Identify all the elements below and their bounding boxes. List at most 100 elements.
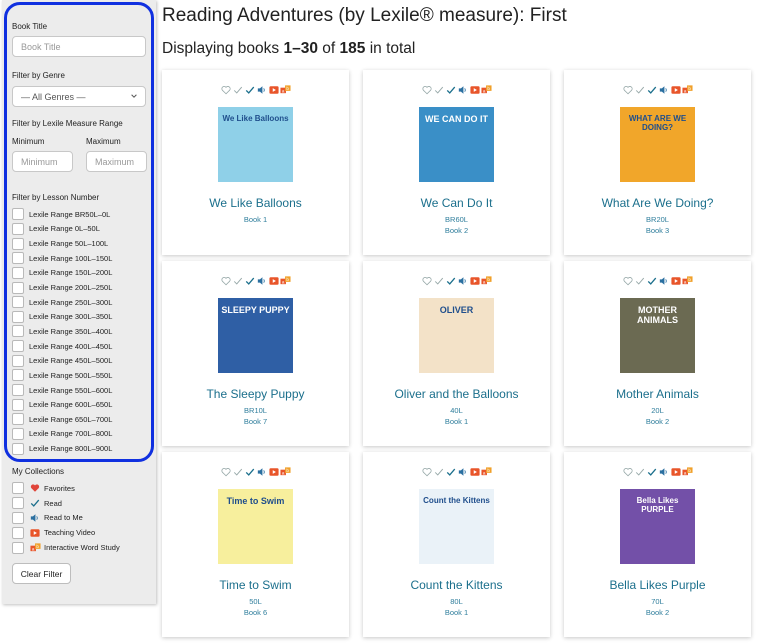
checkmark-icon[interactable] [445,466,456,477]
heart-outline-icon[interactable] [421,275,432,286]
minimum-input[interactable]: Minimum [12,151,73,172]
video-play-icon[interactable] [469,275,480,286]
book-cover[interactable]: Time to Swim [218,489,293,564]
book-cover[interactable]: MOTHER ANIMALS [620,298,695,373]
speaker-icon[interactable] [256,466,267,477]
speaker-icon[interactable] [457,466,468,477]
speaker-icon[interactable] [256,275,267,286]
lexile-range-row[interactable]: Lexile Range 450L–500L [12,353,146,368]
book-title-link[interactable]: What Are We Doing? [564,196,751,210]
word-study-icon[interactable]: ab [682,275,693,286]
heart-outline-icon[interactable] [421,466,432,477]
book-card[interactable]: a b We Like Balloons We Like Balloons Book 1 [162,70,349,255]
checkbox[interactable] [12,325,24,338]
book-title-link[interactable]: Count the Kittens [363,578,550,592]
heart-outline-icon[interactable] [220,466,231,477]
checkbox[interactable] [12,208,24,221]
video-play-icon[interactable] [670,84,681,95]
video-play-icon[interactable] [268,84,279,95]
checkmark-light-icon[interactable] [433,275,444,286]
word-study-icon[interactable]: ab [280,84,291,95]
checkbox[interactable] [12,526,24,539]
book-cover[interactable]: OLIVER [419,298,494,373]
checkbox[interactable] [12,252,24,265]
book-cover[interactable]: Count the Kittens [419,489,494,564]
collection-row[interactable]: Teaching Video [12,525,152,540]
heart-outline-icon[interactable] [421,84,432,95]
checkbox[interactable] [12,237,24,250]
lexile-range-row[interactable]: Lexile Range 550L–600L [12,383,146,398]
video-play-icon[interactable] [469,466,480,477]
checkmark-light-icon[interactable] [433,466,444,477]
lexile-range-row[interactable]: Lexile Range 150L–200L [12,266,146,281]
book-title-link[interactable]: We Like Balloons [162,196,349,210]
book-cover[interactable]: We Like Balloons [218,107,293,182]
word-study-icon[interactable]: ab [481,84,492,95]
word-study-icon[interactable]: ab [481,466,492,477]
lexile-range-row[interactable]: Lexile Range 100L–150L [12,251,146,266]
lexile-range-row[interactable]: Lexile Range BR50L–0L [12,207,146,222]
checkmark-icon[interactable] [646,466,657,477]
checkmark-icon[interactable] [244,84,255,95]
checkmark-icon[interactable] [646,275,657,286]
book-card[interactable]: a b WE CAN DO IT We Can Do It BR60L Book 2 [363,70,550,255]
video-play-icon[interactable] [670,466,681,477]
lexile-range-row[interactable]: Lexile Range 700L–800L [12,427,146,442]
book-title-link[interactable]: The Sleepy Puppy [162,387,349,401]
checkbox[interactable] [12,369,24,382]
book-title-link[interactable]: Time to Swim [162,578,349,592]
book-card[interactable]: a b WHAT ARE WE DOING? What Are We Doing? BR… [564,70,751,255]
video-play-icon[interactable] [268,275,279,286]
book-cover[interactable]: WHAT ARE WE DOING? [620,107,695,182]
genre-select[interactable]: — All Genres — [12,86,146,107]
lexile-range-row[interactable]: Lexile Range 50L–100L [12,236,146,251]
video-play-icon[interactable] [469,84,480,95]
word-study-icon[interactable]: ab [280,275,291,286]
heart-outline-icon[interactable] [622,275,633,286]
collection-row[interactable]: a b Interactive Word Study [12,540,152,555]
checkbox[interactable] [12,482,24,495]
book-card[interactable]: a b Count the Kittens Count the Kittens 80L B… [363,452,550,637]
word-study-icon[interactable]: ab [682,466,693,477]
lexile-range-row[interactable]: Lexile Range 600L–650L [12,397,146,412]
heart-outline-icon[interactable] [220,84,231,95]
speaker-icon[interactable] [457,275,468,286]
lexile-range-row[interactable]: Lexile Range 800L–900L [12,441,146,456]
checkmark-icon[interactable] [445,275,456,286]
heart-outline-icon[interactable] [220,275,231,286]
lexile-range-row[interactable]: Lexile Range 0L–50L [12,222,146,237]
checkbox[interactable] [12,266,24,279]
word-study-icon[interactable]: ab [481,275,492,286]
book-cover[interactable]: WE CAN DO IT [419,107,494,182]
lexile-range-row[interactable]: Lexile Range 400L–450L [12,339,146,354]
book-title-link[interactable]: We Can Do It [363,196,550,210]
collection-row[interactable]: Read to Me [12,511,152,526]
checkmark-icon[interactable] [445,84,456,95]
book-card[interactable]: a b Bella Likes PURPLE Bella Likes Purple 70… [564,452,751,637]
checkmark-light-icon[interactable] [433,84,444,95]
video-play-icon[interactable] [268,466,279,477]
word-study-icon[interactable]: ab [682,84,693,95]
checkmark-light-icon[interactable] [634,275,645,286]
checkbox[interactable] [12,413,24,426]
checkmark-icon[interactable] [646,84,657,95]
collection-row[interactable]: Favorites [12,481,152,496]
checkmark-light-icon[interactable] [232,275,243,286]
lexile-range-row[interactable]: Lexile Range 500L–550L [12,368,146,383]
book-card[interactable]: a b Time to Swim Time to Swim 50L Book 6 [162,452,349,637]
book-title-link[interactable]: Mother Animals [564,387,751,401]
speaker-icon[interactable] [658,275,669,286]
checkmark-light-icon[interactable] [634,84,645,95]
checkmark-light-icon[interactable] [232,466,243,477]
checkbox[interactable] [12,442,24,455]
checkbox[interactable] [12,427,24,440]
book-cover[interactable]: SLEEPY PUPPY [218,298,293,373]
lexile-range-row[interactable]: Lexile Range 350L–400L [12,324,146,339]
checkbox[interactable] [12,296,24,309]
checkbox[interactable] [12,398,24,411]
lexile-range-row[interactable]: Lexile Range 300L–350L [12,309,146,324]
book-title-link[interactable]: Oliver and the Balloons [363,387,550,401]
video-play-icon[interactable] [670,275,681,286]
lexile-range-row[interactable]: Lexile Range 250L–300L [12,295,146,310]
checkmark-light-icon[interactable] [232,84,243,95]
